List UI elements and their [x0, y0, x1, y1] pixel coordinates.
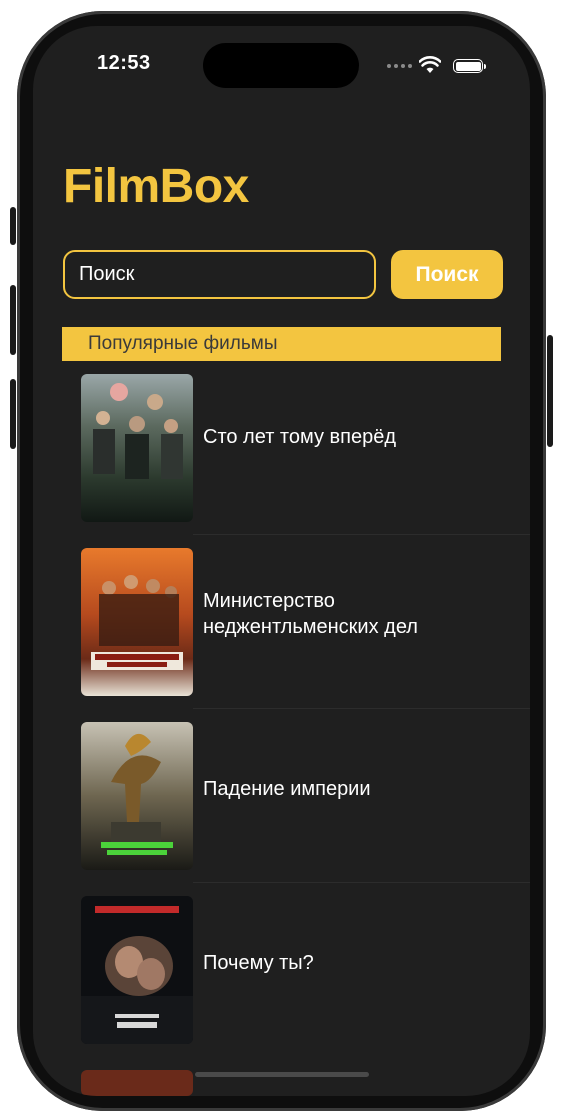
power-button [547, 335, 553, 447]
movie-poster [81, 374, 193, 522]
action-button [10, 207, 16, 245]
search-input[interactable] [63, 250, 376, 299]
divider [193, 882, 530, 883]
movie-title: Почему ты? [203, 952, 314, 974]
movie-title: Министерство неджентльменских дел [203, 590, 418, 638]
movie-poster [81, 896, 193, 1044]
wifi-icon [419, 56, 441, 73]
movie-item[interactable]: Сто лет тому вперёд [33, 366, 530, 540]
divider [193, 534, 530, 535]
movie-item[interactable]: Падение империи [33, 714, 530, 888]
movie-poster [81, 722, 193, 870]
divider [193, 708, 530, 709]
movie-poster [81, 1070, 193, 1096]
movie-title: Падение империи [203, 778, 371, 800]
section-header: Популярные фильмы [62, 327, 501, 361]
movie-item[interactable]: Почему ты? [33, 888, 530, 1062]
status-time: 12:53 [97, 52, 151, 74]
search-button[interactable]: Поиск [391, 250, 503, 299]
movie-title: Сто лет тому вперёд [203, 426, 396, 448]
movie-item[interactable]: Министерство неджентльменских дел [33, 540, 530, 714]
volume-up-button [10, 285, 16, 355]
section-title: Популярные фильмы [88, 333, 278, 354]
battery-icon [453, 59, 486, 73]
home-indicator[interactable] [195, 1072, 369, 1077]
movie-poster [81, 548, 193, 696]
app-screen: 12:53 FilmBox Поиск Популярные фильмы [33, 26, 530, 1096]
dynamic-island [203, 43, 359, 88]
volume-down-button [10, 379, 16, 449]
app-title: FilmBox [63, 160, 249, 213]
cellular-icon [387, 64, 412, 68]
